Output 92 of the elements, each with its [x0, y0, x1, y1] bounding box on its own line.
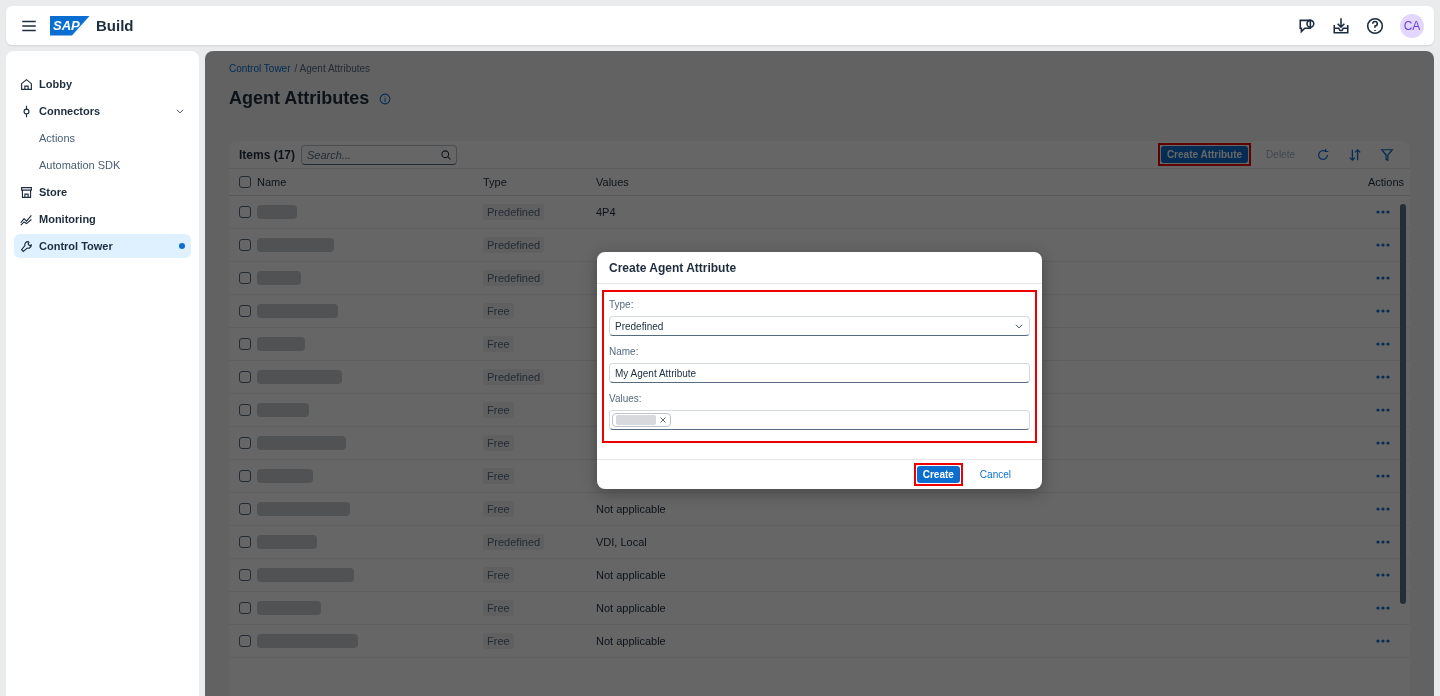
field-label: Values:: [609, 393, 643, 404]
sidebar-item[interactable]: Store: [14, 180, 191, 204]
chevron-down-icon: [1014, 321, 1024, 331]
type-tag: Predefined: [483, 534, 545, 550]
type-tag: Free: [483, 600, 514, 616]
more-icon[interactable]: [1376, 441, 1390, 445]
help-icon[interactable]: [1366, 16, 1384, 35]
row-checkbox[interactable]: [239, 635, 251, 647]
more-icon[interactable]: [1376, 474, 1390, 478]
row-checkbox[interactable]: [239, 470, 251, 482]
column-header: Type: [483, 176, 508, 188]
column-header: Values: [596, 176, 630, 188]
type-tag: Free: [483, 336, 514, 352]
breadcrumb-current: / Agent Attributes: [294, 63, 371, 74]
row-checkbox[interactable]: [239, 371, 251, 383]
row-checkbox[interactable]: [239, 305, 251, 317]
sidebar-item[interactable]: Control Tower: [14, 234, 191, 258]
token-field[interactable]: [609, 410, 1030, 430]
type-tag: Free: [483, 402, 514, 418]
chart-line-icon: [20, 212, 33, 226]
row-checkbox[interactable]: [239, 437, 251, 449]
row-checkbox[interactable]: [239, 338, 251, 350]
sidebar-item[interactable]: Actions: [14, 126, 191, 150]
more-icon[interactable]: [1376, 375, 1390, 379]
type-tag: Free: [483, 303, 514, 319]
type-tag: Predefined: [483, 270, 545, 286]
search-field[interactable]: Search...: [301, 144, 458, 165]
type-tag: Predefined: [483, 204, 545, 220]
type-tag: Free: [483, 633, 514, 649]
table-cell-text: Not applicable: [596, 569, 667, 581]
inbox-download-icon[interactable]: [1332, 16, 1350, 35]
search-icon[interactable]: [440, 148, 453, 161]
more-icon[interactable]: [1376, 309, 1390, 313]
column-header: Name: [257, 176, 288, 188]
row-checkbox[interactable]: [239, 239, 251, 251]
select-field[interactable]: Predefined: [609, 316, 1030, 336]
row-checkbox[interactable]: [239, 569, 251, 581]
column-header: Actions: [1367, 176, 1405, 188]
sidebar-item[interactable]: Lobby: [14, 72, 191, 96]
table-cell-text: VDI, Local: [596, 536, 648, 548]
more-icon[interactable]: [1376, 243, 1390, 247]
logo: SAP: [50, 15, 90, 36]
row-checkbox[interactable]: [239, 536, 251, 548]
more-icon[interactable]: [1376, 639, 1390, 643]
row-checkbox[interactable]: [239, 272, 251, 284]
home-icon: [20, 77, 33, 91]
sidebar-item[interactable]: Connectors: [14, 99, 191, 123]
active-dot: [179, 243, 185, 249]
filter-icon[interactable]: [1380, 147, 1394, 162]
table-cell-text: 4P4: [596, 206, 617, 218]
more-icon[interactable]: [1376, 342, 1390, 346]
more-icon[interactable]: [1376, 573, 1390, 577]
close-icon[interactable]: [659, 416, 667, 424]
product-name: Build: [96, 17, 134, 34]
sort-icon[interactable]: [1348, 147, 1362, 162]
more-icon[interactable]: [1376, 540, 1390, 544]
more-icon[interactable]: [1376, 507, 1390, 511]
sidebar-item[interactable]: Monitoring: [14, 207, 191, 231]
dialog-title: Create Agent Attribute: [597, 252, 1042, 284]
type-tag: Predefined: [483, 369, 545, 385]
scrollbar[interactable]: [1400, 204, 1406, 604]
type-tag: Free: [483, 468, 514, 484]
more-icon[interactable]: [1376, 276, 1390, 280]
type-tag: Free: [483, 435, 514, 451]
row-checkbox[interactable]: [239, 404, 251, 416]
info-icon[interactable]: [379, 92, 392, 105]
type-tag: Free: [483, 567, 514, 583]
user-avatar[interactable]: CA: [1400, 13, 1424, 38]
row-checkbox[interactable]: [239, 206, 251, 218]
refresh-icon[interactable]: [1316, 147, 1330, 162]
row-checkbox[interactable]: [239, 602, 251, 614]
connector-icon: [20, 104, 33, 118]
text-field[interactable]: My Agent Attribute: [609, 363, 1030, 383]
page-title: Agent Attributes: [229, 88, 370, 109]
sidebar-item[interactable]: Automation SDK: [14, 153, 191, 177]
more-icon[interactable]: [1376, 210, 1390, 214]
field-label: Type:: [609, 299, 635, 310]
item-count: Items (17): [239, 147, 296, 162]
more-icon[interactable]: [1376, 606, 1390, 610]
field-label: Name:: [609, 346, 640, 357]
type-tag: Predefined: [483, 237, 545, 253]
row-checkbox[interactable]: [239, 503, 251, 515]
more-icon[interactable]: [1376, 408, 1390, 412]
type-tag: Free: [483, 501, 514, 517]
wrench-icon: [20, 239, 33, 253]
table-cell-text: Not applicable: [596, 503, 667, 515]
create-button[interactable]: Create: [916, 466, 960, 483]
table-cell-text: Not applicable: [596, 635, 667, 647]
select-all-checkbox[interactable]: [239, 176, 251, 188]
cancel-button[interactable]: Cancel: [973, 466, 1017, 483]
table-cell-text: Not applicable: [596, 602, 667, 614]
store-icon: [20, 185, 33, 199]
